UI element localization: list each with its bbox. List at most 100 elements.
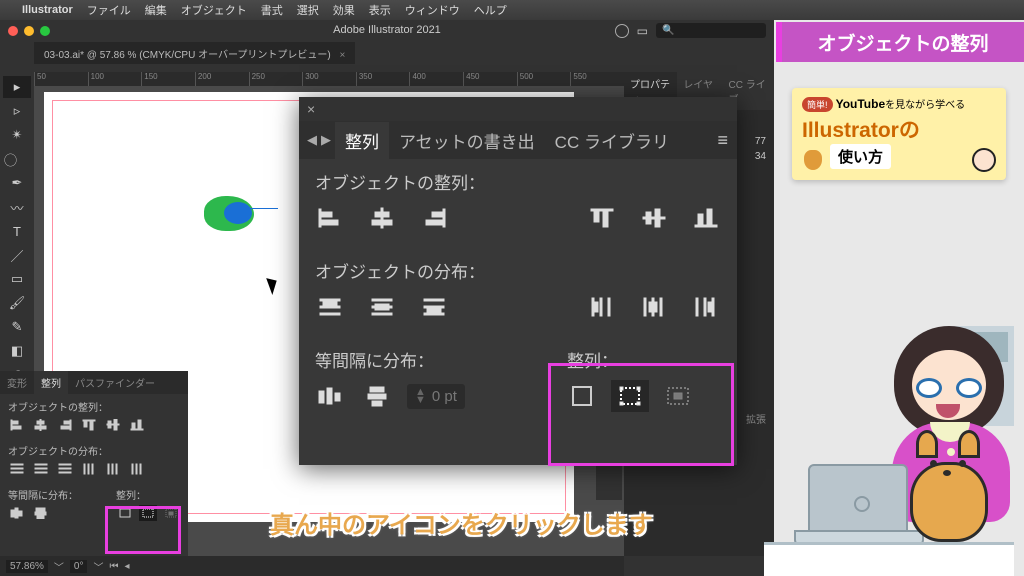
mini-tab-pathfinder[interactable]: パスファインダー xyxy=(68,371,162,394)
eraser-tool-icon[interactable]: ◧ xyxy=(3,340,31,362)
section-distribute-spacing: 等間隔に分布： xyxy=(299,337,551,374)
align-to-key-object-icon[interactable] xyxy=(659,380,697,412)
arrange-icon[interactable]: ▭ xyxy=(637,24,648,38)
align-vcenter-icon[interactable] xyxy=(635,202,673,234)
mini-align-vcenter-icon[interactable] xyxy=(104,417,122,433)
mini-dist-left-icon[interactable] xyxy=(80,461,98,477)
menu-window[interactable]: ウィンドウ xyxy=(405,2,460,18)
spacing-value: 0 pt xyxy=(432,388,457,405)
panel-nav-prev-icon[interactable]: ◀ xyxy=(307,132,317,148)
mini-align-bottom-icon[interactable] xyxy=(128,417,146,433)
document-tab[interactable]: 03-03.ai* @ 57.86 % (CMYK/CPU オーバープリントプレ… xyxy=(34,42,355,64)
panel-menu-icon[interactable]: ≡ xyxy=(717,130,729,151)
macos-menubar: Illustrator ファイル 編集 オブジェクト 書式 選択 効果 表示 ウ… xyxy=(0,0,1024,20)
width-value[interactable]: 77 xyxy=(755,136,766,147)
share-icon[interactable] xyxy=(615,24,629,38)
mini-dist-vcenter-icon[interactable] xyxy=(32,461,50,477)
mini-align-to-artboard-icon[interactable] xyxy=(116,505,133,521)
artwork-object[interactable] xyxy=(204,196,254,231)
logo-sub: 使い方 xyxy=(830,144,891,169)
direct-selection-tool-icon[interactable]: ▹ xyxy=(3,100,31,122)
dist-left-icon[interactable] xyxy=(583,291,621,323)
mini-align-hcenter-icon[interactable] xyxy=(32,417,50,433)
menu-type[interactable]: 書式 xyxy=(261,2,283,18)
mini-tab-transform[interactable]: 変形 xyxy=(0,371,34,394)
align-to-artboard-icon[interactable] xyxy=(563,380,601,412)
align-bottom-icon[interactable] xyxy=(687,202,725,234)
mini-space-v-icon[interactable] xyxy=(32,505,50,521)
menu-edit[interactable]: 編集 xyxy=(145,2,167,18)
space-horizontal-icon[interactable] xyxy=(311,380,349,412)
shaper-tool-icon[interactable]: ✎ xyxy=(3,316,31,338)
panel-nav-next-icon[interactable]: ▶ xyxy=(321,132,331,148)
zoom-level[interactable]: 57.86% xyxy=(6,560,48,573)
selection-tool-icon[interactable]: ▸ xyxy=(3,76,31,98)
pen-tool-icon[interactable]: ✒ xyxy=(3,172,31,194)
mini-dist-top-icon[interactable] xyxy=(8,461,26,477)
character-fox xyxy=(902,432,994,542)
mini-align-panel: 変形 整列 パスファインダー オブジェクトの整列： オブジェクトの分布： 等間隔… xyxy=(0,371,188,556)
mini-dist-hcenter-icon[interactable] xyxy=(104,461,122,477)
mini-space-h-icon[interactable] xyxy=(8,505,26,521)
mini-dist-right-icon[interactable] xyxy=(128,461,146,477)
mini-align-to-selection-icon[interactable] xyxy=(139,505,156,521)
tab-align[interactable]: 整列 xyxy=(335,122,389,159)
align-hcenter-icon[interactable] xyxy=(363,202,401,234)
align-to-selection-icon[interactable] xyxy=(611,380,649,412)
status-bar: 57.86% ﹀ 0° ﹀ ⏮ ◂ xyxy=(0,556,624,576)
tutorial-illustration xyxy=(764,326,1014,576)
align-panel: × ◀ ▶ 整列 アセットの書き出 CC ライブラリ ≡ オブジェクトの整列： … xyxy=(299,97,737,465)
align-top-icon[interactable] xyxy=(583,202,621,234)
align-right-icon[interactable] xyxy=(415,202,453,234)
align-left-icon[interactable] xyxy=(311,202,349,234)
dist-vcenter-icon[interactable] xyxy=(363,291,401,323)
menu-select[interactable]: 選択 xyxy=(297,2,319,18)
section-distribute-objects: オブジェクトの分布： xyxy=(299,248,737,285)
line-tool-icon[interactable]: ／ xyxy=(3,244,31,266)
menu-view[interactable]: 表示 xyxy=(369,2,391,18)
ruler-horizontal: 50100150200250300350400450500550 xyxy=(34,72,624,86)
tab-cc-libraries[interactable]: CC ライブラリ xyxy=(545,122,679,159)
mini-align-top-icon[interactable] xyxy=(80,417,98,433)
close-tab-icon[interactable]: × xyxy=(340,50,346,61)
lasso-tool-icon[interactable]: ⃝ xyxy=(3,148,31,170)
type-tool-icon[interactable]: T xyxy=(3,220,31,242)
dist-top-icon[interactable] xyxy=(311,291,349,323)
zoom-dropdown-icon[interactable]: ﹀ xyxy=(54,559,64,574)
stepper-icon[interactable]: ▲▼ xyxy=(415,388,426,404)
mini-align-to-key-icon[interactable] xyxy=(163,505,180,521)
space-vertical-icon[interactable] xyxy=(359,380,397,412)
menu-help[interactable]: ヘルプ xyxy=(474,2,507,18)
menu-effect[interactable]: 効果 xyxy=(333,2,355,18)
rotate-view[interactable]: 0° xyxy=(70,560,88,573)
logo-title: Illustratorの xyxy=(802,114,996,144)
dist-bottom-icon[interactable] xyxy=(415,291,453,323)
artboard-nav-prev-icon[interactable]: ◂ xyxy=(124,561,129,572)
spacing-value-input[interactable]: ▲▼ 0 pt xyxy=(407,384,465,409)
app-name[interactable]: Illustrator xyxy=(22,4,73,16)
section-align-to: 整列： xyxy=(551,337,737,374)
artboard-nav-first-icon[interactable]: ⏮ xyxy=(109,561,118,572)
tutorial-logo-card: 簡単! YouTubeを見ながら学べる Illustratorの 使い方 xyxy=(792,88,1006,180)
menu-object[interactable]: オブジェクト xyxy=(181,2,247,18)
dist-right-icon[interactable] xyxy=(687,291,725,323)
section-align-objects: オブジェクトの整列： xyxy=(299,159,737,196)
mini-align-right-icon[interactable] xyxy=(56,417,74,433)
tab-asset-export[interactable]: アセットの書き出 xyxy=(389,122,545,159)
mini-align-left-icon[interactable] xyxy=(8,417,26,433)
close-panel-icon[interactable]: × xyxy=(307,101,315,117)
height-value[interactable]: 34 xyxy=(755,151,766,162)
magic-wand-tool-icon[interactable]: ✴ xyxy=(3,124,31,146)
expand-label: 拡張 xyxy=(746,411,766,426)
brush-tool-icon[interactable]: 🖌 xyxy=(3,292,31,314)
rectangle-tool-icon[interactable]: ▭ xyxy=(3,268,31,290)
menu-file[interactable]: ファイル xyxy=(87,2,131,18)
curvature-tool-icon[interactable]: 〰 xyxy=(3,196,31,218)
mini-section-dist: オブジェクトの分布： xyxy=(0,438,188,459)
dist-hcenter-icon[interactable] xyxy=(635,291,673,323)
help-search-input[interactable]: 🔍 xyxy=(656,23,766,38)
mini-dist-bottom-icon[interactable] xyxy=(56,461,74,477)
mini-section-to: 整列： xyxy=(108,482,188,503)
rotate-dropdown-icon[interactable]: ﹀ xyxy=(93,559,103,574)
mini-tab-align[interactable]: 整列 xyxy=(34,371,68,394)
